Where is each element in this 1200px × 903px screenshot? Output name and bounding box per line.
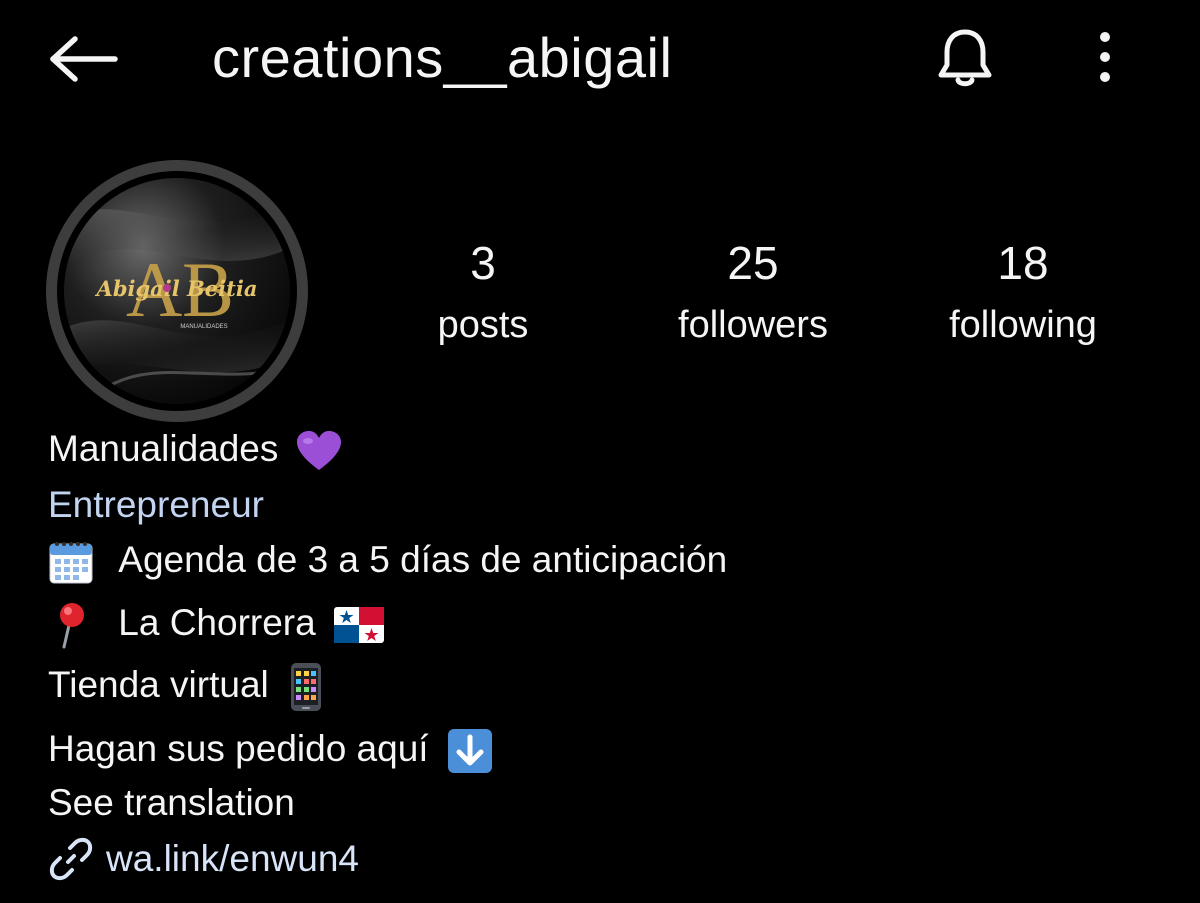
notifications-button[interactable] [928,20,1002,94]
profile-logo: A B Abigail Beitia MANUALIDADES [64,178,290,404]
following-count: 18 [997,237,1049,289]
link-icon [49,837,93,881]
top-bar: creations__abigail [0,0,1200,120]
purple-heart-icon [296,431,341,471]
stat-following[interactable]: 18 following [903,232,1143,356]
profile-username: creations__abigail [212,26,673,89]
pin-icon [60,603,84,649]
bio-line-agenda: Agenda de 3 a 5 días de anticipación [48,535,727,585]
bio-line-order: Hagan sus pedido aquí [48,724,493,774]
mobile-phone-icon [291,663,322,712]
avatar-inner: A B Abigail Beitia MANUALIDADES [57,171,297,411]
followers-count: 25 [727,237,779,289]
avatar-logo-text: Abigail Beitia [95,276,258,301]
bio-name-line: Manualidades [48,424,343,474]
panama-flag-icon [334,607,384,644]
down-arrow-icon [447,729,492,774]
profile-link[interactable]: wa.link/enwun4 [48,832,359,886]
arrow-left-icon [50,36,118,82]
bio-store-text: Tienda virtual [48,664,269,705]
back-button[interactable] [44,28,122,90]
more-options-button[interactable] [1082,24,1128,90]
bio-line-store: Tienda virtual [48,660,323,712]
bio-location-text: La Chorrera [118,602,316,643]
more-vertical-icon [1100,32,1110,82]
stat-followers[interactable]: 25 followers [633,232,873,356]
bio-agenda-text: Agenda de 3 a 5 días de anticipación [118,539,728,580]
bio-category: Entrepreneur [48,484,264,525]
followers-label: followers [678,304,828,346]
bio-line-location: La Chorrera [48,598,384,649]
calendar-icon [49,542,93,584]
see-translation-button[interactable]: See translation [48,778,295,828]
posts-label: posts [437,304,529,346]
bio-order-text: Hagan sus pedido aquí [48,728,429,769]
link-text: wa.link/enwun4 [106,838,359,879]
bell-icon [938,29,992,87]
avatar-logo-subtext: MANUALIDADES [180,324,227,330]
following-label: following [949,304,1097,346]
profile-avatar[interactable]: A B Abigail Beitia MANUALIDADES [46,160,308,422]
posts-count: 3 [470,237,496,289]
stat-posts[interactable]: 3 posts [363,232,603,356]
bio-name: Manualidades [48,428,279,469]
